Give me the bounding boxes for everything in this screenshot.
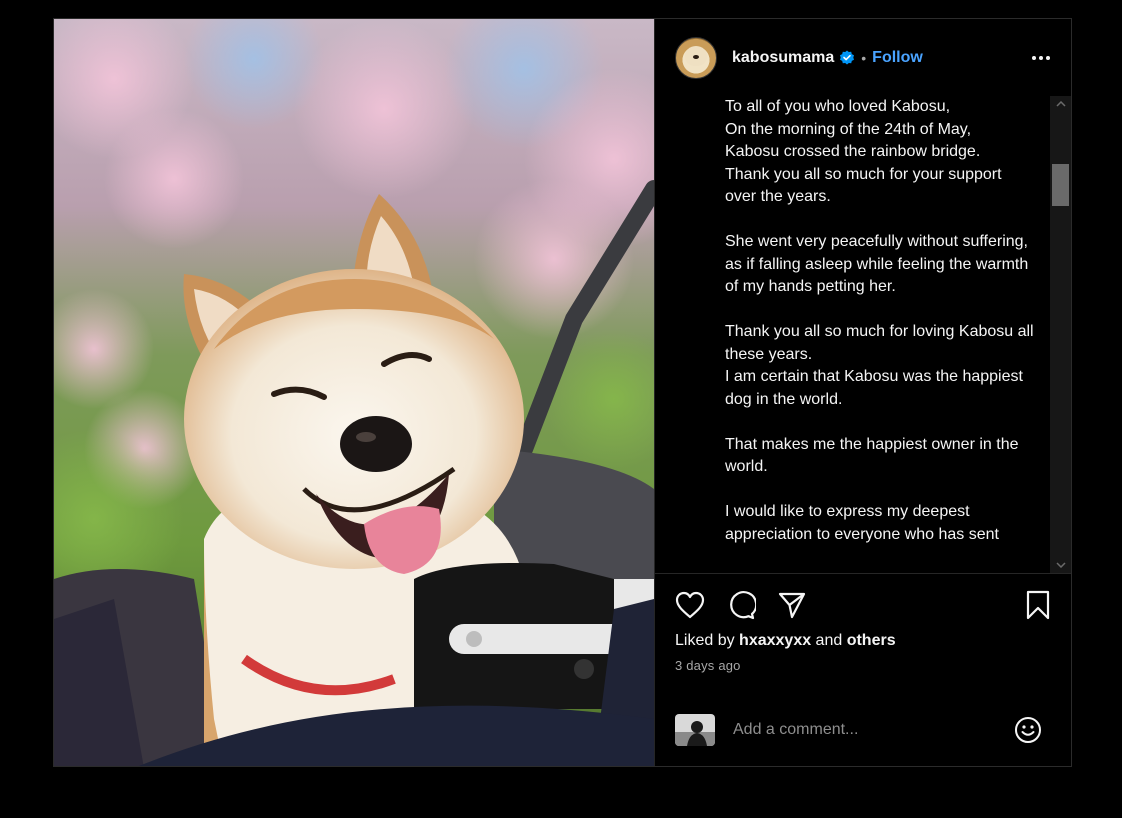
scrollbar-thumb[interactable] [1052, 164, 1069, 206]
comment-composer [655, 694, 1071, 766]
caption-scrollbar[interactable] [1050, 96, 1071, 573]
action-bar [655, 574, 1071, 636]
post-timestamp[interactable]: 3 days ago [655, 658, 1071, 673]
emoji-smiley-icon[interactable] [1013, 715, 1043, 745]
likes-middle: and [811, 632, 847, 649]
caption-paragraph: I would like to express my deepest appre… [725, 503, 999, 543]
comment-input[interactable] [731, 720, 1013, 740]
likes-prefix: Liked by [675, 632, 740, 649]
post-modal: kabosumama • Follow To all of you who lo… [53, 18, 1072, 767]
scroll-down-arrow-icon[interactable] [1050, 557, 1071, 573]
heart-icon[interactable] [675, 590, 705, 620]
bookmark-icon[interactable] [1023, 590, 1053, 620]
likes-others-link[interactable]: others [847, 632, 896, 649]
post-sidebar: kabosumama • Follow To all of you who lo… [654, 19, 1071, 766]
separator-dot: • [861, 49, 867, 66]
comment-bubble-icon[interactable] [726, 590, 756, 620]
post-photo [54, 19, 654, 766]
profile-avatar[interactable] [675, 36, 717, 79]
follow-button[interactable]: Follow [872, 49, 923, 67]
post-caption: To all of you who loved Kabosu, On the m… [725, 96, 1035, 569]
more-options-icon[interactable] [1029, 46, 1053, 70]
username-link[interactable]: kabosumama [732, 49, 834, 67]
scroll-up-arrow-icon[interactable] [1050, 96, 1071, 112]
caption-paragraph: She went very peacefully without sufferi… [725, 233, 1029, 295]
current-user-avatar[interactable] [675, 714, 715, 746]
liked-by-user-link[interactable]: hxaxxyxx [739, 632, 811, 649]
send-icon[interactable] [777, 590, 807, 620]
caption-scroll-area[interactable]: To all of you who loved Kabosu, On the m… [655, 96, 1071, 573]
likes-summary: Liked by hxaxxyxx and others [655, 632, 1071, 650]
shiba-inu-photo [54, 19, 654, 766]
caption-paragraph: To all of you who loved Kabosu, On the m… [725, 98, 1002, 205]
verified-badge-icon [839, 50, 855, 66]
caption-paragraph: That makes me the happiest owner in the … [725, 435, 1019, 476]
caption-paragraph: Thank you all so much for loving Kabosu … [725, 323, 1034, 408]
post-actions: Liked by hxaxxyxx and others 3 days ago [655, 573, 1071, 766]
post-header: kabosumama • Follow [655, 19, 1071, 96]
